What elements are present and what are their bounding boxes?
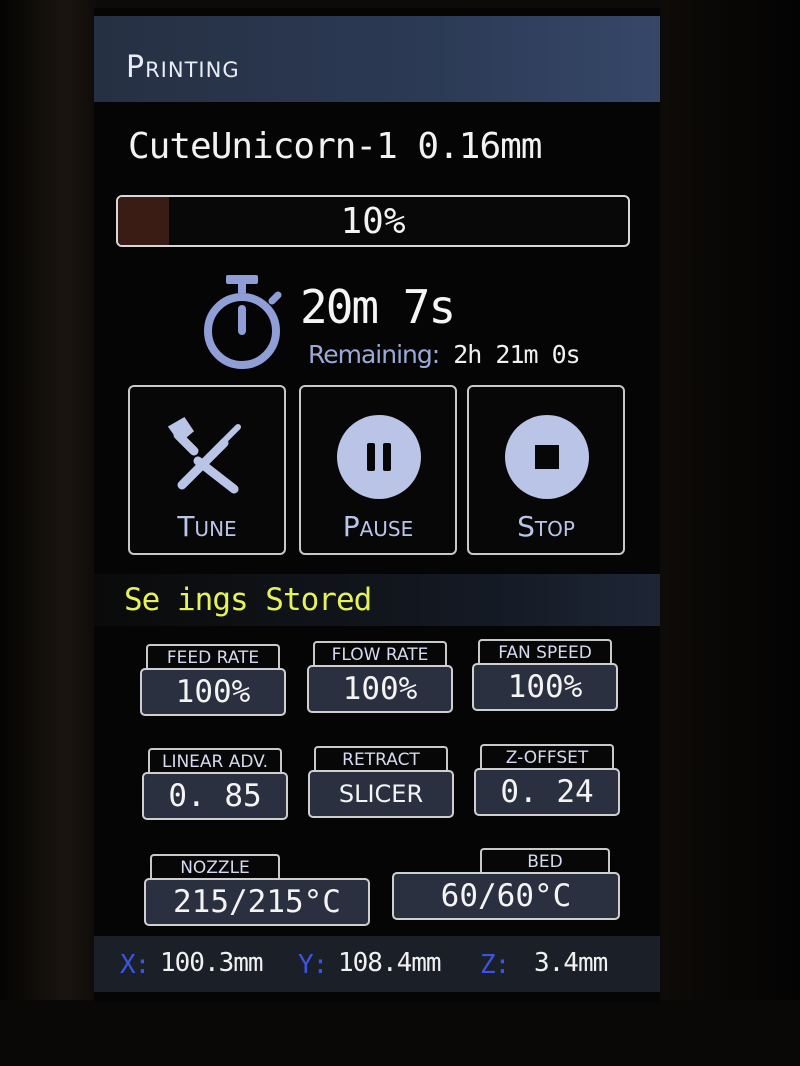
device-bezel-left <box>0 0 96 1066</box>
retract-value[interactable]: SLICER <box>308 770 454 818</box>
device-bezel-bottom <box>0 1000 800 1066</box>
bed-temp-value[interactable]: 60/60°C <box>392 872 620 920</box>
nozzle-temp-field[interactable]: NOZZLE 215/215°C <box>144 854 372 928</box>
z-offset-field[interactable]: Z-OFFSET 0. 24 <box>474 744 622 818</box>
header-bar: Printing <box>94 16 660 102</box>
printer-display: Printing CuteUnicorn-1 0.16mm 10% 20m 7s… <box>94 8 660 1002</box>
y-axis-label: Y: <box>298 950 328 980</box>
flow-rate-field[interactable]: FLOW RATE 100% <box>307 641 455 715</box>
feed-rate-label: FEED RATE <box>146 644 280 670</box>
fan-speed-value[interactable]: 100% <box>472 663 618 711</box>
stopwatch-icon <box>204 275 282 369</box>
z-offset-label: Z-OFFSET <box>480 744 614 770</box>
elapsed-time: 20m 7s <box>300 280 456 334</box>
position-readout: X: 100.3mm Y: 108.4mm Z: 3.4mm <box>94 936 660 992</box>
nozzle-temp-value[interactable]: 215/215°C <box>144 878 370 926</box>
status-message: Se ings Stored <box>124 582 372 618</box>
bed-temp-field[interactable]: BED 60/60°C <box>392 848 622 922</box>
fan-speed-field[interactable]: FAN SPEED 100% <box>472 639 620 713</box>
remaining-time: Remaining: 2h 21m 0s <box>308 340 581 369</box>
device-bezel-right <box>662 0 800 1066</box>
flow-rate-label: FLOW RATE <box>313 641 447 667</box>
linear-advance-label: LINEAR ADV. <box>148 748 282 774</box>
pause-button[interactable]: Pause <box>299 385 457 555</box>
tune-label: Tune <box>177 510 237 543</box>
nozzle-label: NOZZLE <box>150 854 280 880</box>
tune-button[interactable]: Tune <box>128 385 286 555</box>
progress-label: 10% <box>340 201 406 242</box>
file-name: CuteUnicorn-1 0.16mm <box>128 126 542 167</box>
stop-icon <box>505 415 589 499</box>
tools-icon <box>167 417 241 494</box>
remaining-value: 2h 21m 0s <box>453 340 580 369</box>
y-position-value: 108.4mm <box>338 948 442 978</box>
retract-field[interactable]: RETRACT SLICER <box>308 746 456 820</box>
flow-rate-value[interactable]: 100% <box>307 665 453 713</box>
pause-icon <box>337 415 421 499</box>
progress-bar: 10% <box>116 195 630 247</box>
z-axis-label: Z: <box>480 950 510 980</box>
retract-label: RETRACT <box>314 746 448 772</box>
linear-advance-field[interactable]: LINEAR ADV. 0. 85 <box>142 748 290 822</box>
fan-speed-label: FAN SPEED <box>478 639 612 665</box>
pause-label: Pause <box>342 510 414 543</box>
status-bar: Se ings Stored <box>94 574 660 626</box>
x-position-value: 100.3mm <box>160 948 264 978</box>
feed-rate-value[interactable]: 100% <box>140 668 286 716</box>
stop-label: Stop <box>517 510 575 543</box>
linear-advance-value[interactable]: 0. 85 <box>142 772 288 820</box>
feed-rate-field[interactable]: FEED RATE 100% <box>140 644 288 718</box>
remaining-label: Remaining: <box>308 340 440 369</box>
x-axis-label: X: <box>120 950 150 980</box>
stop-button[interactable]: Stop <box>467 385 625 555</box>
page-title: Printing <box>126 50 240 85</box>
z-offset-value[interactable]: 0. 24 <box>474 768 620 816</box>
bed-label: BED <box>480 848 610 874</box>
z-position-value: 3.4mm <box>534 948 608 978</box>
